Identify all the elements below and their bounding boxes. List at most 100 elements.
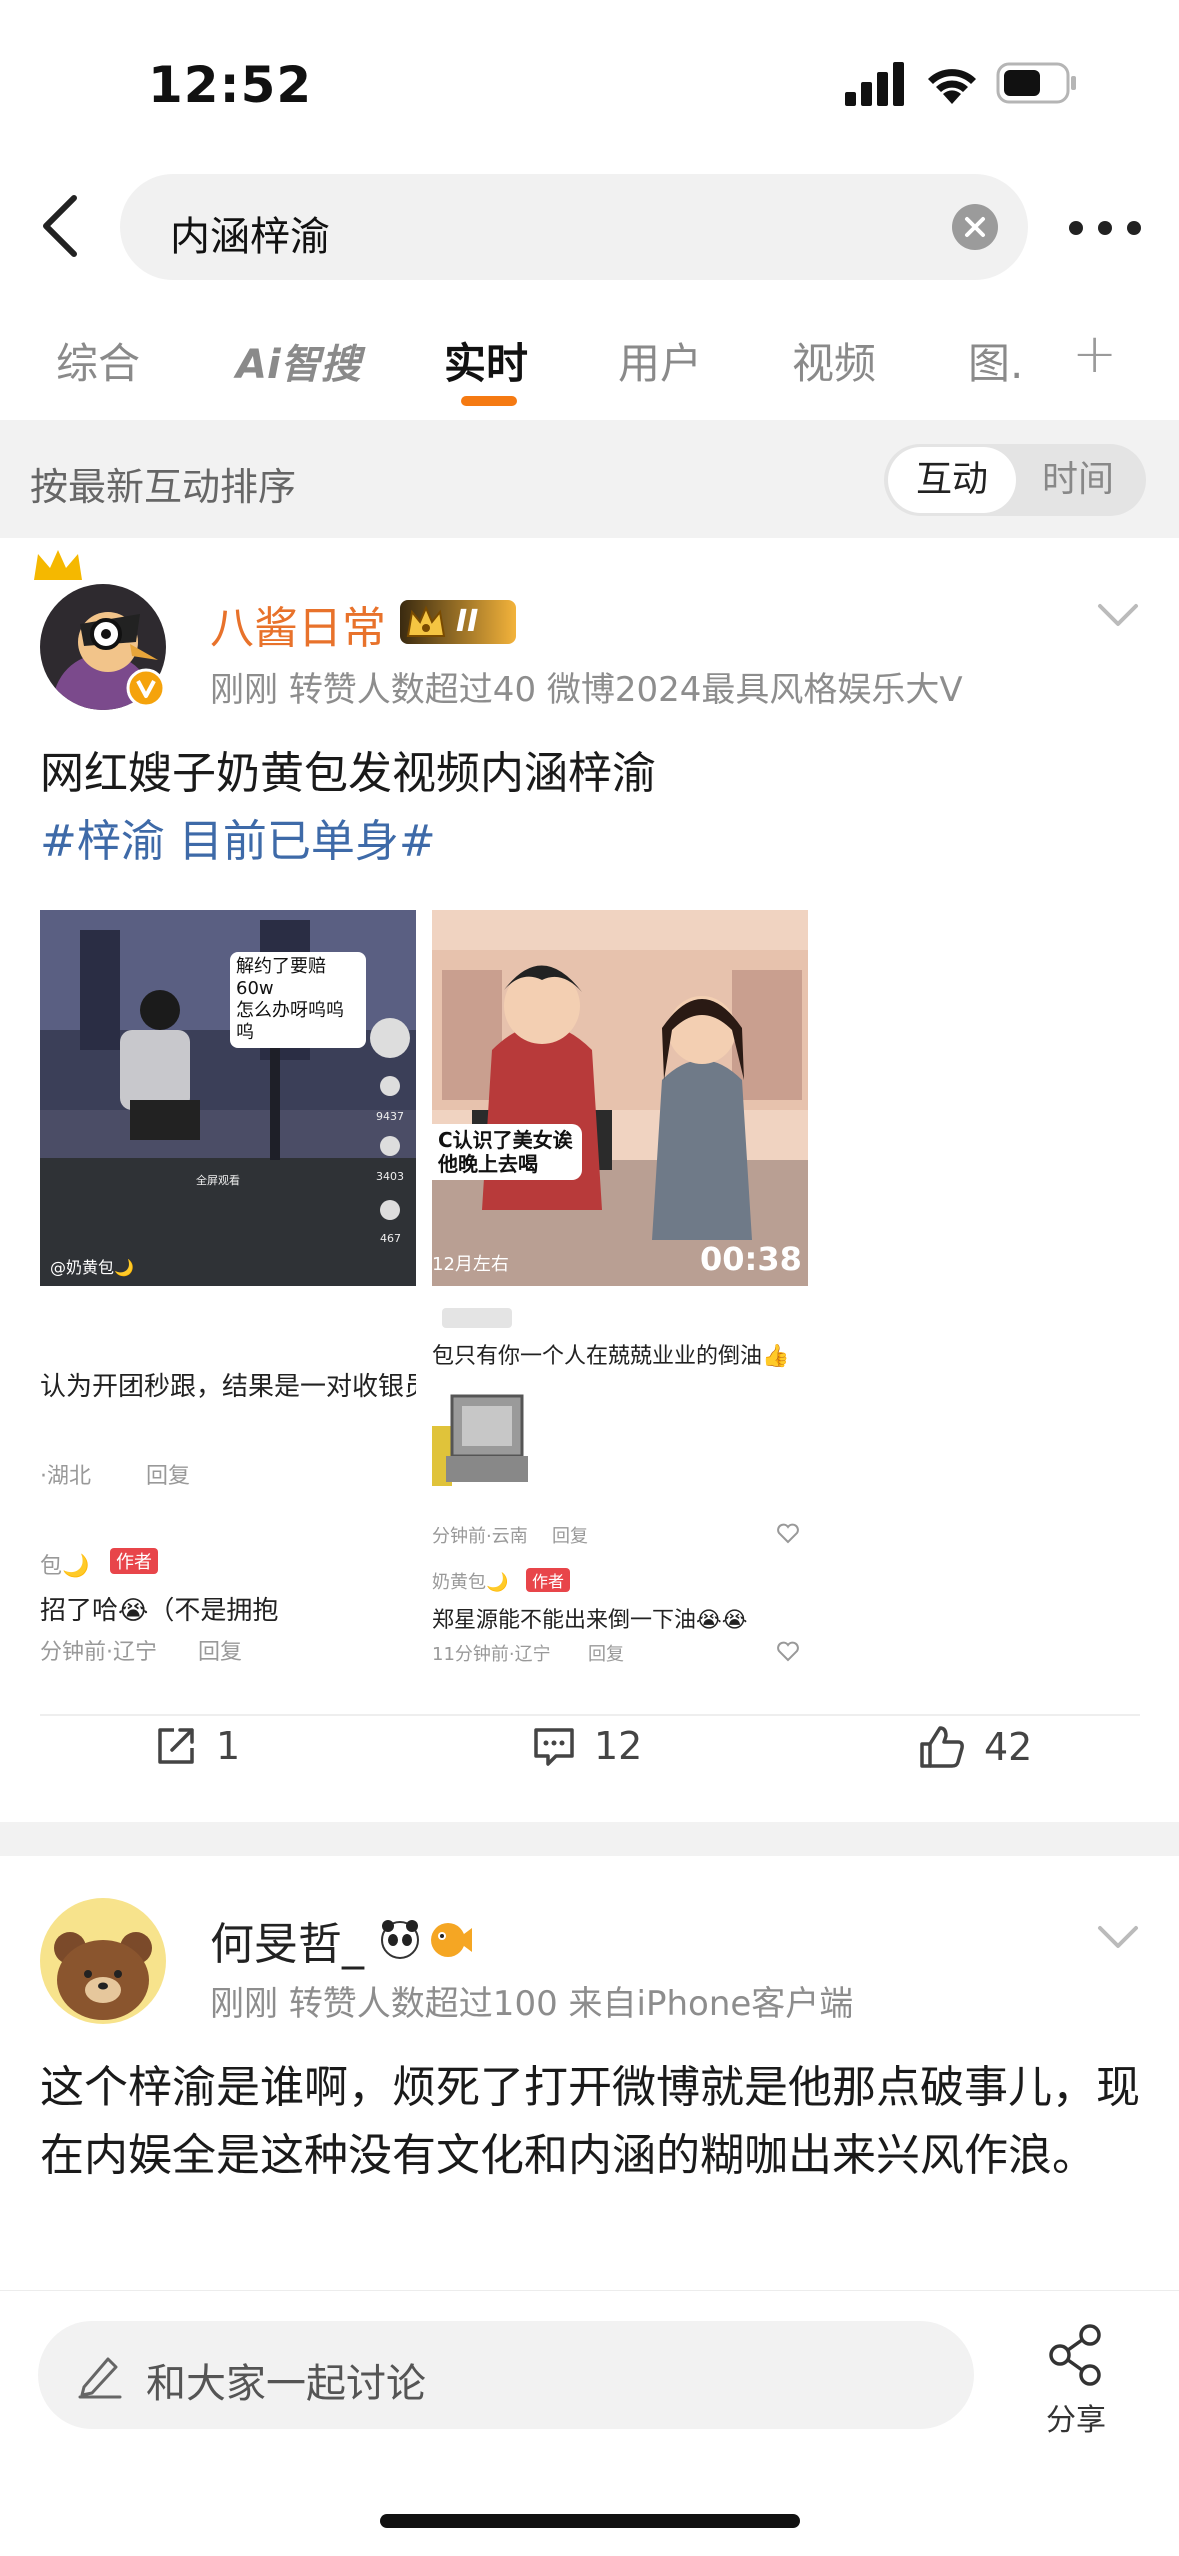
comment-button[interactable]: 12 bbox=[532, 1724, 642, 1768]
screenshot-reply: 回复 bbox=[146, 1464, 191, 1489]
vip-level-text: II bbox=[456, 604, 479, 639]
post-text: 网红嫂子奶黄包发视频内涵梓渝 #梓渝 目前已单身# bbox=[40, 740, 1140, 876]
tab-realtime[interactable]: 实时 bbox=[444, 330, 528, 391]
avatar[interactable] bbox=[40, 1898, 166, 2024]
cellular-signal-icon bbox=[845, 62, 904, 106]
comments-count: 3403 bbox=[376, 1170, 404, 1183]
close-icon bbox=[965, 217, 985, 237]
tab-users[interactable]: 用户 bbox=[618, 330, 702, 391]
tab-bar: 综合 Ai智搜 实时 用户 视频 图. + bbox=[0, 310, 1179, 420]
video-handle: @奶黄包🌙 bbox=[50, 1258, 134, 1277]
video-duration: 00:38 bbox=[700, 1240, 802, 1278]
tab-images[interactable]: 图. bbox=[968, 330, 1023, 391]
media-thumbnail-left[interactable]: 解约了要赔60w 怎么办呀呜呜呜 9437 3403 467 全屏观看 @奶黄包… bbox=[40, 910, 416, 1286]
sort-toggle: 互动 时间 bbox=[884, 444, 1146, 516]
author-name-text: 何旻哲_ bbox=[210, 1919, 364, 1970]
tab-ai-search[interactable]: Ai智搜 bbox=[236, 332, 361, 390]
post-meta: 刚刚 转赞人数超过40 微博2024最具风格娱乐大V bbox=[210, 662, 963, 711]
search-query: 内涵梓渝 bbox=[170, 214, 330, 260]
screenshot-comment-author: 奶黄包🌙 bbox=[432, 1572, 509, 1593]
crown-badge-icon bbox=[406, 605, 446, 637]
author-tag: 作者 bbox=[526, 1568, 571, 1592]
thumbs-up-icon bbox=[920, 1726, 964, 1768]
active-tab-indicator bbox=[461, 396, 517, 406]
repost-count: 1 bbox=[216, 1724, 241, 1768]
post-separator bbox=[0, 1822, 1179, 1856]
home-indicator bbox=[380, 2514, 800, 2528]
author-name[interactable]: 何旻哲_ bbox=[210, 1908, 364, 1972]
post-time: 刚刚 bbox=[210, 670, 278, 710]
verified-badge-icon bbox=[126, 668, 166, 708]
author-name[interactable]: 八酱日常 bbox=[210, 592, 386, 656]
screenshot-comment: 郑星源能不能出来倒一下油😭😭 bbox=[432, 1608, 748, 1633]
computer-sticker-image bbox=[432, 1376, 542, 1496]
post-body: 这个梓渝是谁啊，烦死了打开微博就是他那点破事儿，现在内娱全是这种没有文化和内涵的… bbox=[40, 2062, 1140, 2181]
video-date: 12月左右 bbox=[432, 1254, 509, 1275]
post-time: 刚刚 bbox=[210, 1984, 278, 2024]
crown-icon bbox=[34, 550, 82, 580]
post-card: 何旻哲_ 刚刚 转赞人数超过100 来自iPhone客户端 这个梓渝是谁啊，烦死… bbox=[0, 1856, 1179, 2296]
sort-option-interaction[interactable]: 互动 bbox=[888, 447, 1016, 513]
screenshot-reply: 回复 bbox=[552, 1526, 588, 1547]
fullscreen-label: 全屏观看 bbox=[196, 1174, 240, 1187]
media-comments-left[interactable]: 认为开团秒跟，结果是一对收银员 ·湖北 回复 包🌙 作者 招了哈😭（不是拥抱 分… bbox=[40, 1286, 416, 1686]
ai-search-label: 智搜 bbox=[280, 342, 361, 388]
author-tag: 作者 bbox=[110, 1548, 158, 1574]
chevron-down-icon[interactable] bbox=[1096, 1922, 1140, 1952]
share-label[interactable]: 分享 bbox=[1046, 2395, 1106, 2439]
screenshot-reply: 回复 bbox=[588, 1644, 624, 1665]
add-tab-icon[interactable]: + bbox=[1072, 322, 1117, 385]
repost-button[interactable]: 1 bbox=[154, 1724, 240, 1768]
battery-icon bbox=[996, 62, 1076, 104]
screenshot-comment-location: ·湖北 bbox=[40, 1464, 91, 1489]
likes-count: 9437 bbox=[376, 1110, 404, 1123]
comment-icon bbox=[534, 1728, 574, 1766]
discuss-input[interactable]: 和大家一起讨论 bbox=[38, 2321, 974, 2429]
post-meta: 刚刚 转赞人数超过100 来自iPhone客户端 bbox=[210, 1976, 853, 2025]
screenshot-comment: 包只有你一个人在兢兢业业的倒油👍 bbox=[432, 1344, 790, 1369]
back-button[interactable] bbox=[30, 186, 100, 266]
like-button[interactable]: 42 bbox=[918, 1724, 1032, 1770]
share-icon[interactable] bbox=[1040, 2323, 1114, 2387]
hashtag-link[interactable]: #梓渝 目前已单身# bbox=[40, 808, 1140, 876]
screenshot-comment: 招了哈😭（不是拥抱 bbox=[40, 1596, 279, 1626]
post-meta-text: 转赞人数超过40 微博2024最具风格娱乐大V bbox=[288, 670, 963, 710]
stars-count: 467 bbox=[380, 1232, 401, 1245]
status-bar: 12:52 bbox=[0, 0, 1179, 160]
video-caption-left: 解约了要赔60w 怎么办呀呜呜呜 bbox=[230, 952, 366, 1048]
pencil-icon bbox=[78, 2357, 122, 2399]
video-frame-scene bbox=[432, 910, 808, 1286]
tab-comprehensive[interactable]: 综合 bbox=[56, 330, 140, 391]
sort-option-time[interactable]: 时间 bbox=[1014, 444, 1142, 516]
heart-icon bbox=[777, 1641, 799, 1662]
like-count: 42 bbox=[984, 1725, 1033, 1769]
screenshot-comment-location: 11分钟前·辽宁 bbox=[432, 1644, 551, 1665]
video-caption-right: C认识了美女诶 他晚上去喝 bbox=[432, 1124, 582, 1180]
screenshot-comment-location: 分钟前·辽宁 bbox=[40, 1640, 157, 1665]
screenshot-reply: 回复 bbox=[198, 1640, 243, 1665]
clear-search-button[interactable] bbox=[952, 204, 998, 250]
discuss-placeholder: 和大家一起讨论 bbox=[146, 2361, 426, 2407]
heart-icon bbox=[777, 1523, 799, 1544]
more-options-button[interactable] bbox=[1060, 200, 1150, 256]
screenshot-comment-author: 包🌙 bbox=[40, 1554, 90, 1579]
sort-bar: 按最新互动排序 互动 时间 bbox=[0, 420, 1179, 538]
sort-label: 按最新互动排序 bbox=[30, 465, 297, 509]
comment-count: 12 bbox=[594, 1724, 643, 1768]
chevron-down-icon[interactable] bbox=[1096, 600, 1140, 630]
media-thumbnail-right[interactable]: C认识了美女诶 他晚上去喝 12月左右 00:38 bbox=[432, 910, 808, 1286]
search-input[interactable]: 内涵梓渝 bbox=[120, 174, 1028, 280]
panda-pufferfish-emoji-icon bbox=[381, 1920, 472, 1959]
share-out-icon bbox=[158, 1728, 194, 1764]
tab-videos[interactable]: 视频 bbox=[792, 330, 876, 391]
vip-level-badge: II bbox=[400, 600, 516, 644]
status-time: 12:52 bbox=[148, 56, 313, 114]
ai-search-prefix: Ai bbox=[236, 342, 281, 388]
media-comments-right[interactable]: 包只有你一个人在兢兢业业的倒油👍 分钟前·云南 回复 奶黄包🌙 作者 郑星源能不… bbox=[432, 1286, 808, 1686]
post-meta-text: 转赞人数超过100 来自iPhone客户端 bbox=[288, 1984, 854, 2024]
blurred-username bbox=[442, 1308, 512, 1328]
action-divider bbox=[40, 1714, 1140, 1716]
post-body: 网红嫂子奶黄包发视频内涵梓渝 bbox=[40, 748, 656, 799]
screenshot-comment: 认为开团秒跟，结果是一对收银员 bbox=[40, 1372, 416, 1402]
wifi-icon bbox=[928, 69, 976, 104]
